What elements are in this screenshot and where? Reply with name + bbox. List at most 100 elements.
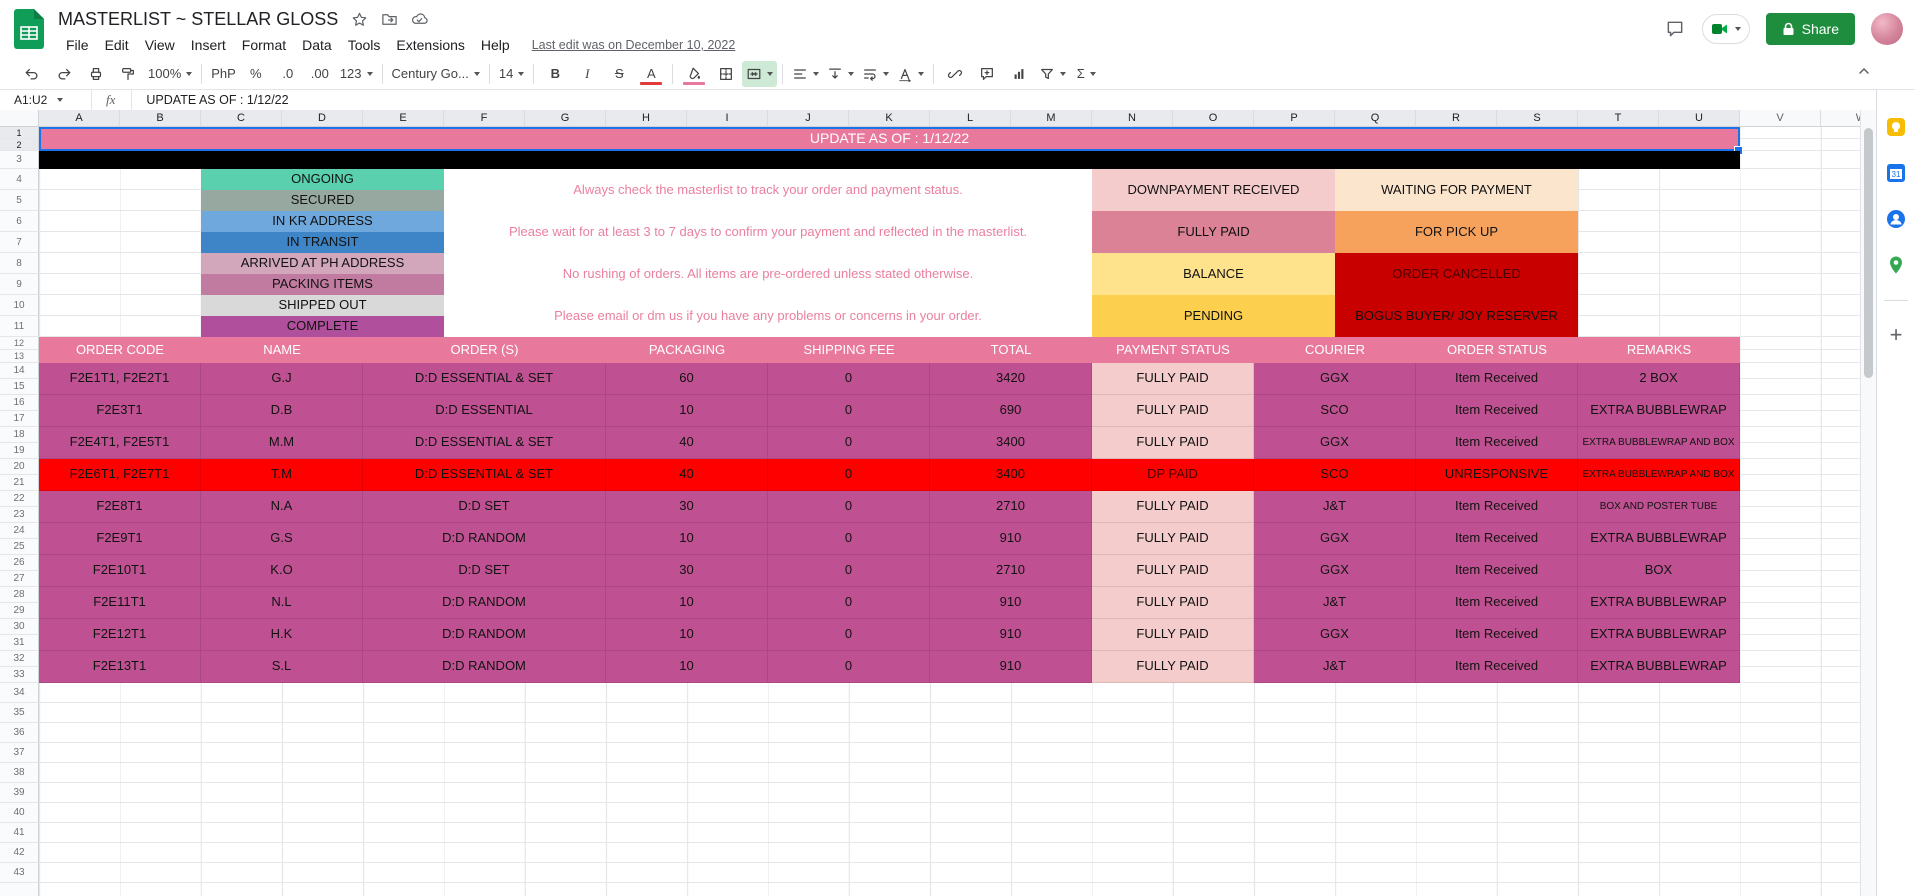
table-cell[interactable]: F2E10T1 [39,555,201,587]
comment-history-icon[interactable] [1664,18,1686,40]
table-cell[interactable]: 10 [606,587,768,619]
table-cell[interactable]: Item Received [1416,427,1578,459]
table-header-name[interactable]: NAME [201,337,363,363]
table-cell[interactable]: SCO [1254,395,1416,427]
row-header-23[interactable]: 23 [0,507,39,523]
payment-legend-cell[interactable]: DOWNPAYMENT RECEIVED [1092,169,1335,211]
row-header-33[interactable]: 33 [0,667,39,683]
row-header-31[interactable]: 31 [0,635,39,651]
menu-view[interactable]: View [137,35,183,55]
table-cell[interactable]: 910 [930,619,1092,651]
table-cell[interactable]: D:D RANDOM [363,587,606,619]
table-cell[interactable]: GGX [1254,523,1416,555]
row-header-24[interactable]: 24 [0,523,39,539]
table-cell[interactable]: J&T [1254,491,1416,523]
table-cell[interactable]: F2E4T1, F2E5T1 [39,427,201,459]
print-button[interactable] [80,61,112,87]
table-cell[interactable]: D:D ESSENTIAL & SET [363,459,606,491]
table-cell[interactable]: J&T [1254,587,1416,619]
table-cell[interactable]: F2E3T1 [39,395,201,427]
legend-status-cell[interactable]: ONGOING [201,169,444,190]
column-header-V[interactable]: V [1740,110,1821,127]
table-header-packaging[interactable]: PACKAGING [606,337,768,363]
redo-button[interactable] [48,61,80,87]
row-header-16[interactable]: 16 [0,395,39,411]
table-cell[interactable]: SCO [1254,459,1416,491]
row-header-14[interactable]: 14 [0,363,39,379]
row-header-25[interactable]: 25 [0,539,39,555]
insert-comment-button[interactable] [971,61,1003,87]
table-cell[interactable]: FULLY PAID [1092,427,1254,459]
formula-input[interactable]: UPDATE AS OF : 1/12/22 [131,90,1915,110]
row-header-42[interactable]: 42 [0,843,39,863]
row-header-43[interactable]: 43 [0,863,39,883]
table-cell[interactable]: DP PAID [1092,459,1254,491]
table-cell[interactable]: D:D RANDOM [363,619,606,651]
borders-button[interactable] [710,61,742,87]
row-header-12[interactable]: 12 [0,337,39,350]
table-cell[interactable]: 910 [930,651,1092,683]
table-cell[interactable]: FULLY PAID [1092,651,1254,683]
table-cell[interactable]: D:D ESSENTIAL & SET [363,363,606,395]
row-header-26[interactable]: 26 [0,555,39,571]
row-header-30[interactable]: 30 [0,619,39,635]
row-header-28[interactable]: 28 [0,587,39,603]
undo-button[interactable] [16,61,48,87]
row-header-27[interactable]: 27 [0,571,39,587]
text-wrap-button[interactable] [858,61,893,87]
table-cell[interactable]: Item Received [1416,491,1578,523]
table-cell[interactable]: GGX [1254,427,1416,459]
menu-format[interactable]: Format [234,35,294,55]
row-header-39[interactable]: 39 [0,783,39,803]
payment-legend-cell[interactable]: BALANCE [1092,253,1335,295]
filter-button[interactable] [1035,61,1070,87]
row-header-15[interactable]: 15 [0,379,39,395]
table-cell[interactable]: 0 [768,363,930,395]
black-divider-band[interactable] [39,151,1740,169]
row-header-7[interactable]: 7 [0,232,39,253]
table-cell[interactable]: F2E8T1 [39,491,201,523]
legend-status-cell[interactable]: SHIPPED OUT [201,295,444,316]
scrollbar-thumb[interactable] [1864,128,1873,378]
legend-status-cell[interactable]: COMPLETE [201,316,444,337]
table-header-order-s-[interactable]: ORDER (S) [363,337,606,363]
table-cell[interactable]: F2E6T1, F2E7T1 [39,459,201,491]
table-header-payment-status[interactable]: PAYMENT STATUS [1092,337,1254,363]
more-formats-button[interactable]: 123 [336,61,377,87]
row-header-4[interactable]: 4 [0,169,39,190]
table-cell[interactable]: Item Received [1416,651,1578,683]
table-cell[interactable]: 0 [768,587,930,619]
menu-data[interactable]: Data [294,35,340,55]
table-cell[interactable]: 3420 [930,363,1092,395]
table-cell[interactable]: D:D ESSENTIAL & SET [363,427,606,459]
column-header-T[interactable]: T [1578,110,1659,127]
table-cell[interactable]: F2E1T1, F2E2T1 [39,363,201,395]
row-header-3[interactable]: 3 [0,151,39,169]
table-cell[interactable]: 60 [606,363,768,395]
column-header-C[interactable]: C [201,110,282,127]
table-cell[interactable]: D:D RANDOM [363,651,606,683]
select-all-corner[interactable] [0,110,39,127]
column-header-A[interactable]: A [39,110,120,127]
table-cell[interactable]: FULLY PAID [1092,363,1254,395]
table-cell[interactable]: Item Received [1416,523,1578,555]
row-header-22[interactable]: 22 [0,491,39,507]
note-cell[interactable]: Please email or dm us if you have any pr… [444,295,1092,337]
table-cell[interactable]: FULLY PAID [1092,555,1254,587]
table-header-shipping-fee[interactable]: SHIPPING FEE [768,337,930,363]
table-cell[interactable]: 2 BOX [1578,363,1740,395]
payment-legend-cell[interactable]: PENDING [1092,295,1335,337]
row-header-21[interactable]: 21 [0,475,39,491]
table-header-order-code[interactable]: ORDER CODE [39,337,201,363]
table-cell[interactable]: 0 [768,555,930,587]
column-header-K[interactable]: K [849,110,930,127]
column-header-J[interactable]: J [768,110,849,127]
row-header-6[interactable]: 6 [0,211,39,232]
row-header-9[interactable]: 9 [0,274,39,295]
column-header-M[interactable]: M [1011,110,1092,127]
table-cell[interactable]: T.M [201,459,363,491]
meet-button[interactable] [1701,14,1750,44]
table-cell[interactable]: Item Received [1416,587,1578,619]
table-cell[interactable]: Item Received [1416,395,1578,427]
table-cell[interactable]: 0 [768,427,930,459]
